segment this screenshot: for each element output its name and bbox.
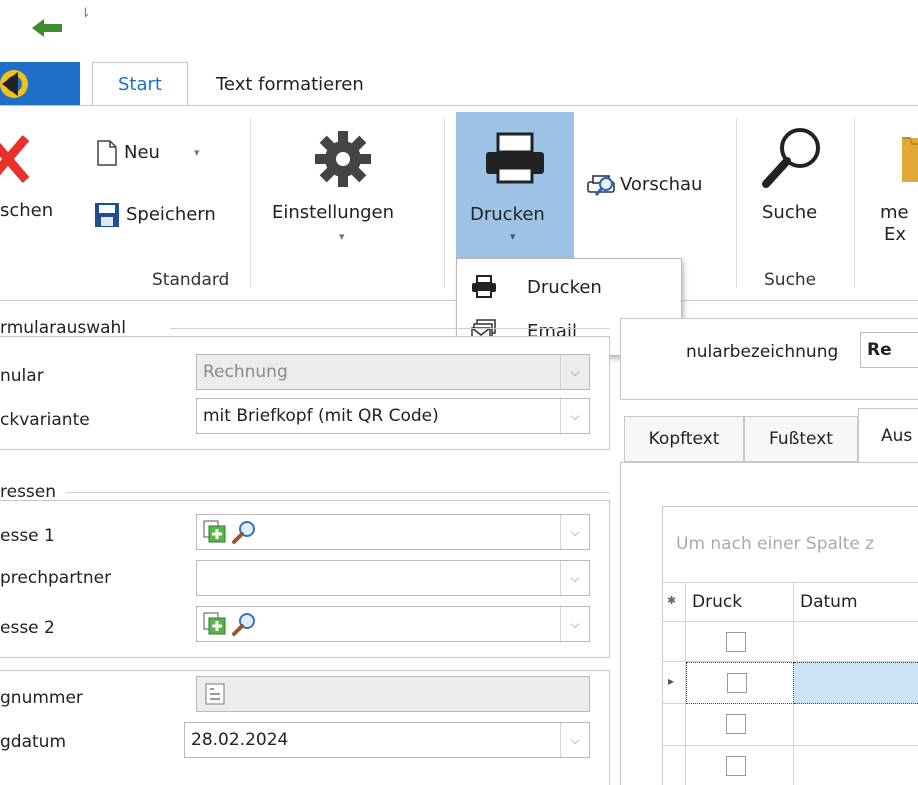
document-date-picker[interactable]: 28.02.2024 ⌵	[184, 722, 590, 758]
label-document-number: gnummer	[0, 688, 83, 708]
save-icon	[95, 203, 119, 227]
print-button-label: Drucken	[470, 204, 545, 225]
save-button[interactable]: Speichern	[126, 204, 216, 225]
delete-icon[interactable]	[0, 134, 30, 186]
label-document-date: gdatum	[0, 732, 66, 752]
label-address-2: esse 2	[0, 618, 55, 638]
label-form: nular	[0, 366, 44, 386]
group-label-search: Suche	[764, 270, 817, 290]
print-dropdown-icon[interactable]: ▾	[510, 230, 516, 243]
search-button[interactable]: Suche	[762, 202, 817, 223]
delete-button[interactable]: schen	[0, 200, 53, 221]
form-name-value: Re	[867, 340, 892, 360]
asterisk-icon: ✱	[667, 594, 677, 607]
tab-selection[interactable]: Aus	[858, 408, 918, 462]
new-button[interactable]: Neu	[124, 142, 160, 163]
settings-dropdown-icon[interactable]: ▾	[339, 230, 345, 243]
print-variant-combo[interactable]: mit Briefkopf (mit QR Code) ⌵	[196, 398, 590, 434]
document-number-field	[196, 676, 590, 712]
date-cell[interactable]	[794, 746, 918, 785]
more-export-label-1[interactable]: me	[880, 202, 909, 223]
label-address-1: esse 1	[0, 526, 55, 546]
new-dropdown-icon[interactable]: ▾	[194, 146, 200, 159]
chevron-down-icon[interactable]: ⌵	[560, 515, 589, 549]
column-header-print-label: Druck	[692, 592, 743, 612]
print-variant-value: mit Briefkopf (mit QR Code)	[203, 406, 439, 426]
tab-start-label: Start	[118, 74, 162, 95]
column-header-date-label: Datum	[800, 592, 858, 612]
chevron-down-icon[interactable]: ⌵	[560, 723, 589, 757]
group-by-hint: Um nach einer Spalte z	[676, 534, 875, 554]
search-address-icon[interactable]	[231, 611, 257, 637]
menu-item-print[interactable]: Drucken	[457, 265, 681, 309]
chevron-down-icon: ⌵	[560, 355, 589, 389]
table-row[interactable]	[686, 746, 794, 785]
file-tab[interactable]	[0, 62, 80, 106]
tab-footer-text[interactable]: Fußtext	[744, 416, 858, 462]
label-print-variant: ckvariante	[0, 410, 90, 430]
row-indicator	[662, 622, 686, 662]
chevron-down-icon[interactable]: ⌵	[560, 561, 589, 595]
print-checkbox[interactable]	[727, 673, 747, 693]
more-export-label-2[interactable]: Ex	[884, 224, 906, 245]
section-addresses: ressen	[0, 482, 57, 502]
tab-header-text[interactable]: Kopftext	[624, 416, 744, 462]
gear-icon	[315, 131, 371, 187]
table-row[interactable]	[686, 662, 794, 704]
chevron-down-icon[interactable]: ⌵	[560, 607, 589, 641]
contact-combo[interactable]: ⌵	[196, 560, 590, 596]
menu-item-print-label: Drucken	[527, 276, 602, 298]
document-date-value: 28.02.2024	[191, 730, 289, 750]
date-cell-selected[interactable]	[794, 662, 918, 704]
date-cell[interactable]	[794, 704, 918, 746]
section-form-selection: rmularauswahl	[0, 318, 127, 338]
print-checkbox[interactable]	[726, 756, 746, 776]
new-document-icon	[97, 140, 117, 166]
row-indicator	[662, 746, 686, 785]
grid-new-row-header: ✱	[662, 582, 686, 622]
form-combo-value: Rechnung	[203, 362, 288, 382]
back-arrow-icon[interactable]	[30, 16, 66, 40]
form-name-input[interactable]: Re	[860, 332, 918, 368]
label-form-name: nularbezeichnung	[686, 342, 839, 362]
settings-button[interactable]: Einstellungen	[272, 202, 394, 223]
column-header-print[interactable]: Druck	[686, 582, 794, 622]
label-contact: prechpartner	[0, 568, 112, 588]
address-1-combo[interactable]: ⌵	[196, 514, 590, 550]
printer-small-icon	[472, 275, 496, 298]
table-row[interactable]	[686, 622, 794, 662]
group-label-standard: Standard	[152, 270, 230, 290]
add-address-icon[interactable]	[203, 612, 227, 636]
folder-icon	[902, 137, 918, 182]
quick-access-dropdown-icon[interactable]: ⇂	[80, 6, 91, 21]
print-checkbox[interactable]	[726, 714, 746, 734]
search-icon	[762, 128, 820, 188]
table-row[interactable]	[686, 704, 794, 746]
tab-header-text-label: Kopftext	[648, 429, 720, 449]
row-indicator	[662, 704, 686, 746]
number-sequence-icon	[205, 683, 225, 705]
add-address-icon[interactable]	[203, 520, 227, 544]
tab-selection-label: Aus	[881, 425, 913, 446]
tab-footer-text-label: Fußtext	[769, 429, 833, 449]
preview-button[interactable]: Vorschau	[620, 174, 702, 195]
tab-text-format[interactable]: Text formatieren	[200, 62, 380, 106]
print-checkbox[interactable]	[726, 632, 746, 652]
printer-icon	[486, 132, 544, 184]
search-address-icon[interactable]	[231, 519, 257, 545]
date-cell[interactable]	[794, 622, 918, 662]
column-header-date[interactable]: Datum	[794, 582, 918, 622]
tab-text-format-label: Text formatieren	[216, 73, 364, 95]
address-2-combo[interactable]: ⌵	[196, 606, 590, 642]
row-indicator-current: ▸	[662, 662, 686, 704]
app-logo-icon	[0, 70, 28, 98]
print-preview-icon	[587, 175, 615, 196]
row-pointer-icon: ▸	[668, 674, 675, 688]
tab-start[interactable]: Start	[92, 62, 188, 106]
chevron-down-icon[interactable]: ⌵	[560, 399, 589, 433]
form-combo: Rechnung ⌵	[196, 354, 590, 390]
